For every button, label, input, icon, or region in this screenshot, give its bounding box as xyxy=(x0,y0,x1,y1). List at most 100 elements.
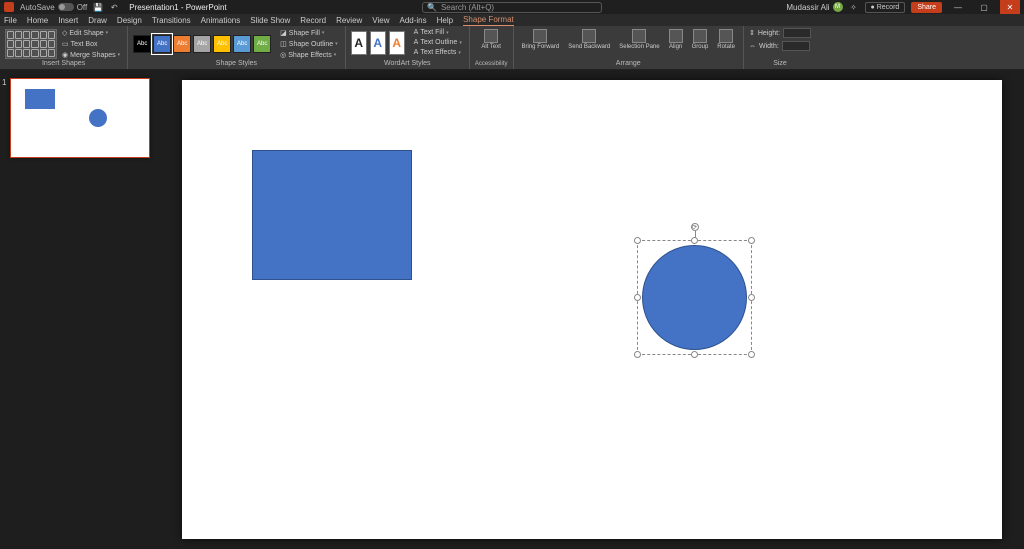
shape-fill-button[interactable]: ◪Shape Fill▾ xyxy=(278,28,340,38)
tab-file[interactable]: File xyxy=(4,15,17,26)
style-swatch-6[interactable]: Abc xyxy=(233,35,251,53)
height-field[interactable]: ⇕Height: xyxy=(749,28,811,38)
share-button[interactable]: Share xyxy=(911,2,942,13)
maximize-button[interactable]: ▢ xyxy=(974,0,994,14)
tab-transitions[interactable]: Transitions xyxy=(152,15,191,26)
ribbon-tabs: File Home Insert Draw Design Transitions… xyxy=(0,14,1024,26)
wordart-preset-1[interactable]: A xyxy=(351,31,367,55)
text-outline-button[interactable]: AText Outline▾ xyxy=(412,38,464,47)
coming-soon-icon[interactable]: ✧ xyxy=(849,2,859,12)
shape-outline-button[interactable]: ◫Shape Outline▾ xyxy=(278,39,340,49)
tab-insert[interactable]: Insert xyxy=(58,15,78,26)
rotate-button[interactable]: Rotate xyxy=(714,28,738,51)
style-swatch-5[interactable]: Abc xyxy=(213,35,231,53)
document-title: Presentation1 - PowerPoint xyxy=(129,3,226,12)
group-label: Accessibility xyxy=(475,61,508,67)
group-size: ⇕Height: ⇔Width: Size xyxy=(744,26,816,69)
thumbnail-pane[interactable]: 1 xyxy=(0,70,160,549)
style-swatch-7[interactable]: Abc xyxy=(253,35,271,53)
style-swatch-2[interactable]: Abc xyxy=(153,35,171,53)
style-swatches: Abc Abc Abc Abc Abc Abc Abc xyxy=(133,35,271,53)
tab-slide-show[interactable]: Slide Show xyxy=(250,15,290,26)
thumbnail-preview xyxy=(10,78,150,158)
text-box-button[interactable]: ▭Text Box xyxy=(60,39,122,49)
autosave-state: Off xyxy=(77,3,88,12)
group-label: WordArt Styles xyxy=(351,60,464,67)
wordart-preset-3[interactable]: A xyxy=(389,31,405,55)
slide[interactable]: ⟳ xyxy=(182,80,1002,539)
slide-canvas-area[interactable]: ⟳ xyxy=(160,70,1024,549)
slide-number: 1 xyxy=(2,78,6,87)
search-input[interactable]: 🔍 Search (Alt+Q) xyxy=(422,2,602,13)
record-button[interactable]: ● Record xyxy=(865,2,906,13)
title-bar: AutoSave Off 💾 ↶ Presentation1 - PowerPo… xyxy=(0,0,1024,14)
ribbon: ◇Edit Shape▾ ▭Text Box ◉Merge Shapes▾ In… xyxy=(0,26,1024,70)
group-wordart-styles: A A A AText Fill▾ AText Outline▾ AText E… xyxy=(346,26,470,69)
group-arrange: Bring Forward Send Backward Selection Pa… xyxy=(514,26,744,69)
thumb-circle-shape xyxy=(89,109,107,127)
group-label: Arrange xyxy=(519,60,738,67)
tab-review[interactable]: Review xyxy=(336,15,362,26)
resize-handle-bl[interactable] xyxy=(634,351,641,358)
user-name: Mudassir Ali xyxy=(786,3,829,12)
width-field[interactable]: ⇔Width: xyxy=(749,41,811,51)
style-swatch-4[interactable]: Abc xyxy=(193,35,211,53)
workspace: 1 ⟳ xyxy=(0,70,1024,549)
search-icon: 🔍 xyxy=(427,3,437,12)
user-account[interactable]: Mudassir Ali M xyxy=(786,2,842,12)
tab-record[interactable]: Record xyxy=(300,15,326,26)
minimize-button[interactable]: — xyxy=(948,0,968,14)
resize-handle-r[interactable] xyxy=(748,294,755,301)
save-icon[interactable]: 💾 xyxy=(93,2,103,12)
shape-gallery[interactable] xyxy=(5,29,57,59)
group-shape-styles: Abc Abc Abc Abc Abc Abc Abc ◪Shape Fill▾… xyxy=(128,26,346,69)
group-insert-shapes: ◇Edit Shape▾ ▭Text Box ◉Merge Shapes▾ In… xyxy=(0,26,128,69)
alt-text-button[interactable]: Alt Text xyxy=(475,28,508,51)
align-button[interactable]: Align xyxy=(666,28,686,51)
style-swatch-3[interactable]: Abc xyxy=(173,35,191,53)
close-button[interactable]: ✕ xyxy=(1000,0,1020,14)
toggle-icon xyxy=(58,3,74,11)
rectangle-shape[interactable] xyxy=(252,150,412,280)
tab-add-ins[interactable]: Add-ins xyxy=(400,15,427,26)
search-placeholder: Search (Alt+Q) xyxy=(441,3,494,12)
alt-text-icon xyxy=(484,29,498,43)
merge-shapes-button[interactable]: ◉Merge Shapes▾ xyxy=(60,50,122,60)
wordart-preset-2[interactable]: A xyxy=(370,31,386,55)
autosave-label: AutoSave xyxy=(20,3,55,12)
undo-icon[interactable]: ↶ xyxy=(109,2,119,12)
group-label: Insert Shapes xyxy=(5,60,122,67)
bring-forward-button[interactable]: Bring Forward xyxy=(519,28,563,51)
tab-help[interactable]: Help xyxy=(437,15,453,26)
resize-handle-tr[interactable] xyxy=(748,237,755,244)
tab-design[interactable]: Design xyxy=(117,15,142,26)
group-accessibility: Alt Text Accessibility xyxy=(470,26,514,69)
tab-home[interactable]: Home xyxy=(27,15,48,26)
slide-thumbnail-1[interactable]: 1 xyxy=(10,78,150,158)
tab-shape-format[interactable]: Shape Format xyxy=(463,14,514,26)
resize-handle-l[interactable] xyxy=(634,294,641,301)
tab-view[interactable]: View xyxy=(372,15,389,26)
circle-shape[interactable] xyxy=(642,245,747,350)
search-container: 🔍 Search (Alt+Q) xyxy=(422,2,602,13)
tab-animations[interactable]: Animations xyxy=(201,15,241,26)
shape-effects-button[interactable]: ◎Shape Effects▾ xyxy=(278,50,340,60)
selection-pane-button[interactable]: Selection Pane xyxy=(616,28,662,51)
thumb-rect-shape xyxy=(25,89,55,109)
text-fill-button[interactable]: AText Fill▾ xyxy=(412,28,464,37)
style-swatch-1[interactable]: Abc xyxy=(133,35,151,53)
tab-draw[interactable]: Draw xyxy=(88,15,107,26)
resize-handle-br[interactable] xyxy=(748,351,755,358)
resize-handle-b[interactable] xyxy=(691,351,698,358)
resize-handle-tl[interactable] xyxy=(634,237,641,244)
resize-handle-t[interactable] xyxy=(691,237,698,244)
send-backward-button[interactable]: Send Backward xyxy=(565,28,613,51)
group-button[interactable]: Group xyxy=(689,28,712,51)
group-label: Shape Styles xyxy=(133,60,340,67)
autosave-toggle[interactable]: AutoSave Off xyxy=(20,3,87,12)
edit-shape-button[interactable]: ◇Edit Shape▾ xyxy=(60,28,122,38)
text-effects-button[interactable]: AText Effects▾ xyxy=(412,48,464,57)
avatar-icon: M xyxy=(833,2,843,12)
rotate-handle-icon[interactable]: ⟳ xyxy=(691,223,699,231)
group-label: Size xyxy=(749,60,811,67)
